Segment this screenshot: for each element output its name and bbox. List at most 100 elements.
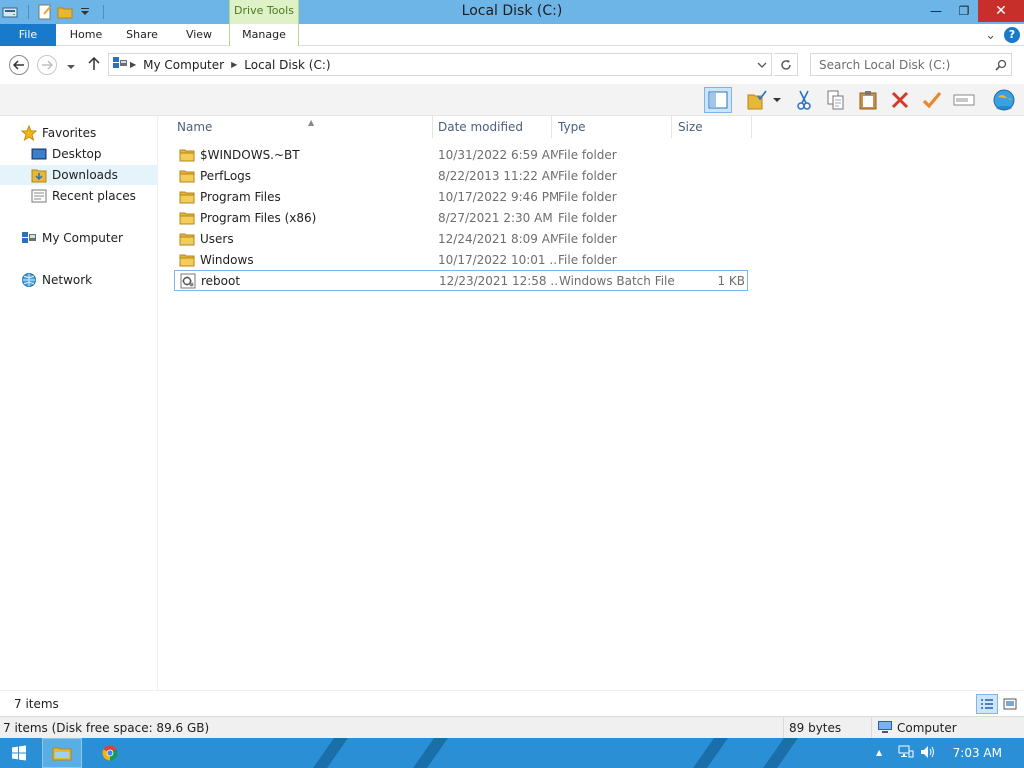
window-title: Local Disk (C:) xyxy=(461,3,563,19)
recent-places-icon xyxy=(30,188,48,204)
details-view-button[interactable] xyxy=(976,694,998,714)
column-header-type[interactable]: Type xyxy=(552,116,672,138)
status-computer-icon xyxy=(877,720,893,737)
forward-arrow-icon xyxy=(42,60,53,70)
file-name: Users xyxy=(200,231,234,246)
folder-icon xyxy=(176,169,198,183)
start-button[interactable] xyxy=(4,738,34,768)
nav-network[interactable]: Network xyxy=(0,270,158,290)
rename-button[interactable] xyxy=(950,87,978,113)
computer-icon xyxy=(20,230,38,246)
globe-icon xyxy=(993,89,1015,111)
breadcrumb-chevron-icon: ▶ xyxy=(130,60,137,69)
network-status-icon[interactable] xyxy=(898,745,914,762)
column-header-name[interactable]: Name ▲ xyxy=(171,116,433,138)
address-bar[interactable]: ▶ My Computer ▶ Local Disk (C:) xyxy=(108,53,772,76)
chevron-down-icon xyxy=(757,62,767,68)
tab-file[interactable]: File xyxy=(0,24,56,46)
downloads-folder-icon xyxy=(30,167,48,183)
chevron-down-icon xyxy=(67,65,75,69)
nav-favorites-label: Favorites xyxy=(42,126,97,140)
file-date-modified: 12/23/2021 12:58 ... xyxy=(439,273,559,288)
search-input[interactable] xyxy=(819,57,989,72)
tab-home[interactable]: Home xyxy=(64,24,108,46)
maximize-button[interactable]: ❐ xyxy=(950,0,978,22)
nav-my-computer-label: My Computer xyxy=(42,231,123,245)
scissors-icon xyxy=(797,90,811,110)
close-button[interactable]: ✕ xyxy=(978,0,1024,22)
file-name: reboot xyxy=(201,273,241,288)
tab-manage[interactable]: Manage xyxy=(229,24,299,46)
taskbar-chrome[interactable] xyxy=(94,738,126,768)
delete-button[interactable] xyxy=(886,87,914,113)
expand-ribbon-button[interactable]: ⌄ xyxy=(985,28,996,43)
file-date-modified: 10/31/2022 6:59 AM xyxy=(438,147,558,162)
status-disk-space: 7 items (Disk free space: 89.6 GB) xyxy=(3,721,210,735)
up-button[interactable] xyxy=(88,56,100,74)
address-history-dropdown[interactable] xyxy=(757,58,767,72)
help-icon[interactable]: ? xyxy=(1004,27,1020,43)
computer-location-icon xyxy=(112,56,128,73)
refresh-button[interactable] xyxy=(774,53,798,76)
file-row[interactable]: $WINDOWS.~BT 10/31/2022 6:59 AM File folde… xyxy=(174,144,748,165)
batch-file-icon xyxy=(177,273,199,289)
large-icons-view-icon xyxy=(1003,698,1017,710)
taskbar-file-explorer[interactable] xyxy=(42,738,82,768)
file-type: File folder xyxy=(558,147,617,162)
file-date-modified: 8/22/2013 11:22 AM xyxy=(438,168,558,183)
file-row[interactable]: Users 12/24/2021 8:09 AM File folder xyxy=(174,228,748,249)
forward-button[interactable] xyxy=(37,55,57,75)
column-header-date[interactable]: Date modified xyxy=(432,116,552,138)
file-type: File folder xyxy=(558,189,617,204)
nav-favorites[interactable]: Favorites xyxy=(0,123,158,143)
search-box[interactable] xyxy=(810,53,1012,76)
search-icon[interactable] xyxy=(995,59,1007,71)
back-button[interactable] xyxy=(9,55,29,75)
nav-recent-places[interactable]: Recent places xyxy=(0,186,158,206)
nav-my-computer[interactable]: My Computer xyxy=(0,228,158,248)
copy-button[interactable] xyxy=(822,87,850,113)
select-folder-button[interactable] xyxy=(742,87,786,113)
rename-icon xyxy=(953,94,975,106)
preview-pane-button[interactable] xyxy=(704,87,732,113)
apply-button[interactable] xyxy=(918,87,946,113)
cut-button[interactable] xyxy=(790,87,818,113)
paste-button[interactable] xyxy=(854,87,882,113)
network-globe-button[interactable] xyxy=(990,87,1018,113)
file-row[interactable]: Windows 10/17/2022 10:01 ... File folder xyxy=(174,249,748,270)
nav-desktop-label: Desktop xyxy=(52,147,102,161)
column-header-size[interactable]: Size xyxy=(672,116,752,138)
taskbar-decoration xyxy=(748,738,806,768)
navigation-pane: Favorites Desktop Downloads Recent place… xyxy=(0,116,158,690)
breadcrumb-local-disk[interactable]: Local Disk (C:) xyxy=(239,58,335,72)
folder-check-icon xyxy=(747,90,767,110)
nav-recent-places-label: Recent places xyxy=(52,189,136,203)
nav-downloads[interactable]: Downloads xyxy=(0,165,158,185)
large-icons-view-button[interactable] xyxy=(999,694,1021,714)
breadcrumb-my-computer[interactable]: My Computer xyxy=(138,58,229,72)
taskbar-decoration xyxy=(298,738,356,768)
taskbar-clock[interactable]: 7:03 AM xyxy=(953,746,1002,760)
file-row[interactable]: reboot 12/23/2021 12:58 ... Windows Batch … xyxy=(174,270,748,291)
windows-logo-icon xyxy=(12,745,26,761)
file-row[interactable]: Program Files (x86) 8/27/2021 2:30 AM File… xyxy=(174,207,748,228)
recent-locations-button[interactable] xyxy=(66,60,76,74)
sort-ascending-icon: ▲ xyxy=(308,118,315,127)
volume-icon[interactable] xyxy=(920,745,936,762)
tab-view[interactable]: View xyxy=(178,24,220,46)
status-divider xyxy=(871,717,872,739)
file-name: Windows xyxy=(200,252,254,267)
taskbar-decoration xyxy=(398,738,456,768)
nav-desktop[interactable]: Desktop xyxy=(0,144,158,164)
minimize-button[interactable]: — xyxy=(922,0,950,22)
tab-share[interactable]: Share xyxy=(120,24,164,46)
file-row[interactable]: Program Files 10/17/2022 9:46 PM File fold… xyxy=(174,186,748,207)
folder-icon xyxy=(176,232,198,246)
folder-icon xyxy=(176,253,198,267)
show-hidden-icons-button[interactable]: ▲ xyxy=(876,748,882,757)
file-row[interactable]: PerfLogs 8/22/2013 11:22 AM File folder xyxy=(174,165,748,186)
star-icon xyxy=(20,125,38,141)
back-arrow-icon xyxy=(13,60,24,70)
desktop-icon xyxy=(30,146,48,162)
file-date-modified: 10/17/2022 10:01 ... xyxy=(438,252,558,267)
